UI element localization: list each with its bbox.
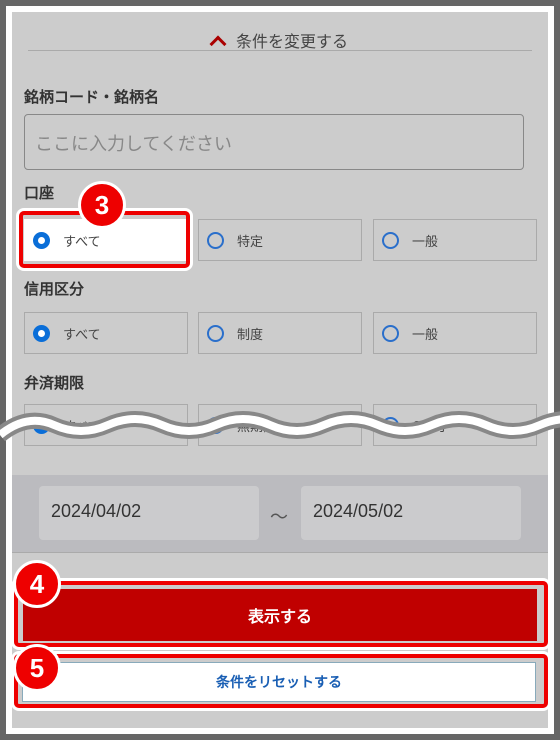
option-label: 一般 (412, 234, 439, 250)
option-label: 制度 (237, 327, 264, 343)
reset-button[interactable]: 条件をリセットする (22, 662, 536, 702)
show-button[interactable]: 表示する (23, 589, 537, 641)
radio-checked-icon (33, 324, 50, 342)
step-badge-5: 5 (13, 644, 61, 692)
margin-option-standard[interactable]: 制度 (198, 312, 362, 354)
option-label: 一般 (412, 327, 439, 343)
deadline-label: 弁済期限 (24, 374, 85, 392)
omission-wave (0, 411, 560, 442)
date-from-input[interactable]: 2024/04/02 (39, 486, 259, 540)
divider (28, 50, 532, 51)
radio-icon (382, 324, 399, 342)
margin-option-general[interactable]: 一般 (373, 312, 537, 354)
margin-label: 信用区分 (24, 280, 85, 298)
option-label: 特定 (237, 234, 264, 250)
date-separator: ～ (270, 507, 288, 528)
date-range: 2024/04/02 ～ 2024/05/02 (12, 475, 548, 553)
step-badge-4: 4 (13, 560, 61, 608)
change-conditions-toggle[interactable]: 条件を変更する (12, 28, 548, 53)
radio-icon (207, 231, 224, 249)
account-label: 口座 (24, 184, 55, 202)
date-to-input[interactable]: 2024/05/02 (301, 486, 521, 540)
toggle-label: 条件を変更する (235, 32, 348, 51)
symbol-label: 銘柄コード・銘柄名 (24, 88, 160, 106)
account-option-specific[interactable]: 特定 (198, 219, 362, 261)
step-badge-3: 3 (78, 181, 126, 229)
option-label: すべて (63, 327, 101, 343)
symbol-input[interactable]: ここに入力してください (24, 114, 524, 170)
margin-option-all[interactable]: すべて (24, 312, 188, 354)
radio-icon (382, 231, 399, 249)
radio-icon (207, 324, 224, 342)
account-option-general[interactable]: 一般 (373, 219, 537, 261)
